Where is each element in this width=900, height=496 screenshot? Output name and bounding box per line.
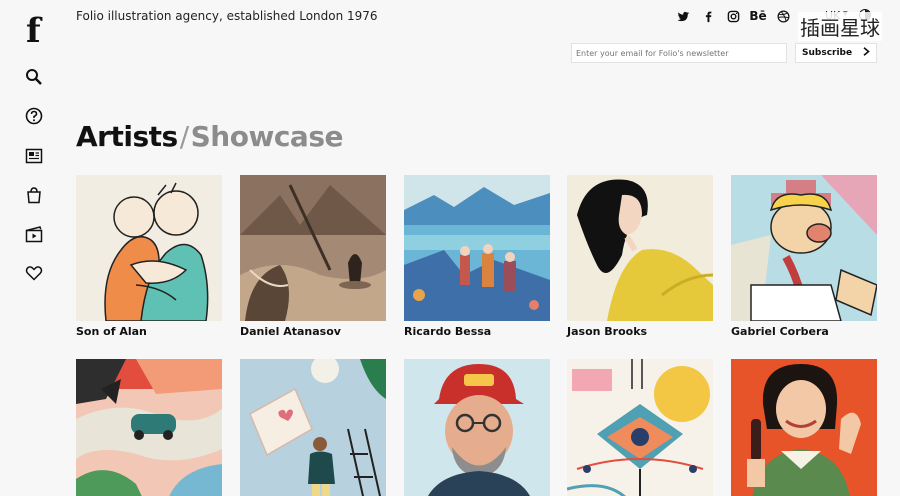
newsletter-email-input[interactable] <box>571 43 787 63</box>
dribbble-icon[interactable] <box>776 9 790 23</box>
artist-card[interactable]: Gabriel Corbera <box>731 175 877 338</box>
artist-thumbnail[interactable] <box>731 175 877 321</box>
artist-card[interactable]: Jason Brooks <box>567 175 713 338</box>
artist-card[interactable]: Ricardo Bessa <box>404 175 550 338</box>
subscribe-label: Subscribe <box>802 48 853 58</box>
page-title: Artists/Showcase <box>76 120 343 153</box>
artist-thumbnail[interactable] <box>567 359 713 496</box>
artist-card[interactable] <box>404 359 550 496</box>
heart-icon[interactable] <box>24 263 44 283</box>
twitter-icon[interactable] <box>676 9 690 23</box>
social-links: Bē <box>676 8 801 24</box>
help-icon[interactable] <box>24 106 44 126</box>
title-separator: / <box>179 120 189 153</box>
artist-name[interactable]: Ricardo Bessa <box>404 325 550 338</box>
behance-icon[interactable]: Bē <box>749 9 766 23</box>
artist-thumbnail[interactable] <box>404 175 550 321</box>
artist-name[interactable]: Son of Alan <box>76 325 222 338</box>
artist-thumbnail[interactable] <box>76 359 222 496</box>
artist-thumbnail[interactable] <box>567 175 713 321</box>
artist-thumbnail[interactable] <box>76 175 222 321</box>
subscribe-button[interactable]: Subscribe <box>795 43 877 63</box>
artist-card[interactable] <box>240 359 386 496</box>
search-icon[interactable] <box>24 67 44 87</box>
tagline: Folio illustration agency, established L… <box>76 9 378 23</box>
artist-thumbnail[interactable] <box>731 359 877 496</box>
shopping-bag-icon[interactable] <box>24 185 44 205</box>
artist-card[interactable] <box>567 359 713 496</box>
news-icon[interactable] <box>24 146 44 166</box>
folio-logo[interactable]: f <box>26 14 41 48</box>
artist-name[interactable]: Gabriel Corbera <box>731 325 877 338</box>
sidebar: f <box>0 0 64 496</box>
page-title-showcase[interactable]: Showcase <box>191 120 344 153</box>
artist-card[interactable] <box>76 359 222 496</box>
video-icon[interactable] <box>24 224 44 244</box>
artist-card[interactable] <box>731 359 877 496</box>
artist-name[interactable]: Daniel Atanasov <box>240 325 386 338</box>
facebook-icon[interactable] <box>701 9 715 23</box>
chevron-right-icon <box>863 47 870 59</box>
artist-thumbnail[interactable] <box>404 359 550 496</box>
page-title-artists[interactable]: Artists <box>76 120 178 153</box>
artist-thumbnail[interactable] <box>240 359 386 496</box>
artist-card[interactable]: Son of Alan <box>76 175 222 338</box>
instagram-icon[interactable] <box>726 9 740 23</box>
artist-card[interactable]: Daniel Atanasov <box>240 175 386 338</box>
watermark: 插画星球 <box>798 12 882 41</box>
artist-thumbnail[interactable] <box>240 175 386 321</box>
artist-name[interactable]: Jason Brooks <box>567 325 713 338</box>
